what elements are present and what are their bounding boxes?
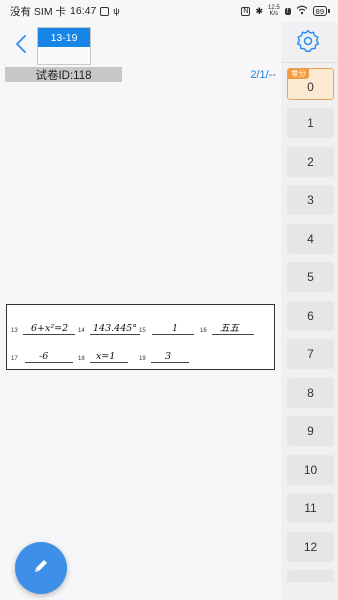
answer-underline <box>151 362 189 363</box>
question-number: 14 <box>78 328 85 334</box>
settings-button[interactable] <box>295 28 321 54</box>
handwritten-answer: 6+x²=2 <box>31 323 69 334</box>
answer-underline <box>23 334 75 335</box>
usb-icon: ψ <box>113 6 120 16</box>
bluetooth-icon: ✱ <box>255 5 264 16</box>
status-bar: 没有 SIM 卡 16:47 ψ N ✱ 12.5 K/s ! 89 <box>0 0 338 22</box>
answer-underline <box>90 362 128 363</box>
question-number: 18 <box>78 356 85 362</box>
page-counter: 2/1/-- <box>250 69 276 81</box>
battery-level: 89 <box>315 6 324 16</box>
score-option-4[interactable]: 4 <box>287 224 334 254</box>
clock: 16:47 <box>70 5 97 17</box>
score-option-12[interactable]: 12 <box>287 532 334 562</box>
score-option-8[interactable]: 8 <box>287 378 334 408</box>
battery-icon: 89 <box>312 6 327 16</box>
score-option-3[interactable]: 3 <box>287 185 334 215</box>
question-range-selector[interactable]: 13-19 <box>37 27 91 65</box>
answer-underline <box>25 362 73 363</box>
handwritten-answer: 五五 <box>220 323 240 334</box>
nfc-icon: N <box>241 6 251 16</box>
score-option-label: 0 <box>307 80 314 94</box>
pencil-icon <box>31 556 51 581</box>
notification-icon <box>100 6 110 16</box>
answer-underline <box>90 334 140 335</box>
answer-cell: 13 6+x²=2 <box>11 317 77 337</box>
score-option-2[interactable]: 2 <box>287 147 334 177</box>
handwritten-answer: 1 <box>172 323 179 334</box>
handwritten-answer: x=1 <box>96 351 116 362</box>
handwritten-answer: 3 <box>165 351 172 362</box>
question-number: 16 <box>200 328 207 334</box>
score-panel: 零分 0 1 2 3 4 5 6 7 8 9 10 11 12 <box>281 22 338 600</box>
answer-underline <box>152 334 194 335</box>
edit-fab-button[interactable] <box>15 542 67 594</box>
question-number: 15 <box>139 328 146 334</box>
question-range-label: 13-19 <box>38 28 90 47</box>
network-speed-unit: K/s <box>269 11 279 17</box>
score-option-5[interactable]: 5 <box>287 262 334 292</box>
network-speed: 12.5 K/s <box>268 5 280 17</box>
score-option-zero[interactable]: 零分 0 <box>287 68 334 100</box>
battery-tip <box>328 9 330 13</box>
alert-icon: ! <box>284 7 291 15</box>
back-button[interactable] <box>14 34 34 58</box>
chevron-left-icon <box>14 34 34 54</box>
answer-underline <box>212 334 254 335</box>
scanned-answer-image[interactable]: 13 6+x²=2 14 143.445° 15 1 16 五五 17 -6 1… <box>6 304 275 370</box>
paper-id-label: 试卷ID:118 <box>5 67 122 82</box>
divider <box>281 62 338 63</box>
gear-icon <box>295 29 321 58</box>
question-number: 13 <box>11 328 18 334</box>
score-option-6[interactable]: 6 <box>287 301 334 331</box>
wifi-icon <box>296 5 308 17</box>
score-option-11[interactable]: 11 <box>287 493 334 523</box>
answer-cell: 14 143.445° <box>78 317 142 337</box>
question-number: 19 <box>139 356 146 362</box>
zero-score-badge: 零分 <box>288 69 309 79</box>
answer-cell: 15 1 <box>139 317 199 337</box>
score-option-partial[interactable] <box>287 570 334 582</box>
score-option-1[interactable]: 1 <box>287 108 334 138</box>
score-option-10[interactable]: 10 <box>287 455 334 485</box>
score-option-9[interactable]: 9 <box>287 416 334 446</box>
answer-cell: 18 x=1 <box>78 345 132 365</box>
handwritten-answer: -6 <box>39 351 49 362</box>
handwritten-answer: 143.445° <box>93 323 138 334</box>
question-number: 17 <box>11 356 18 362</box>
answer-cell: 17 -6 <box>11 345 77 365</box>
carrier-label: 没有 SIM 卡 <box>10 5 67 18</box>
answer-cell: 16 五五 <box>200 317 260 337</box>
answer-cell: 19 3 <box>139 345 193 365</box>
score-option-7[interactable]: 7 <box>287 339 334 369</box>
